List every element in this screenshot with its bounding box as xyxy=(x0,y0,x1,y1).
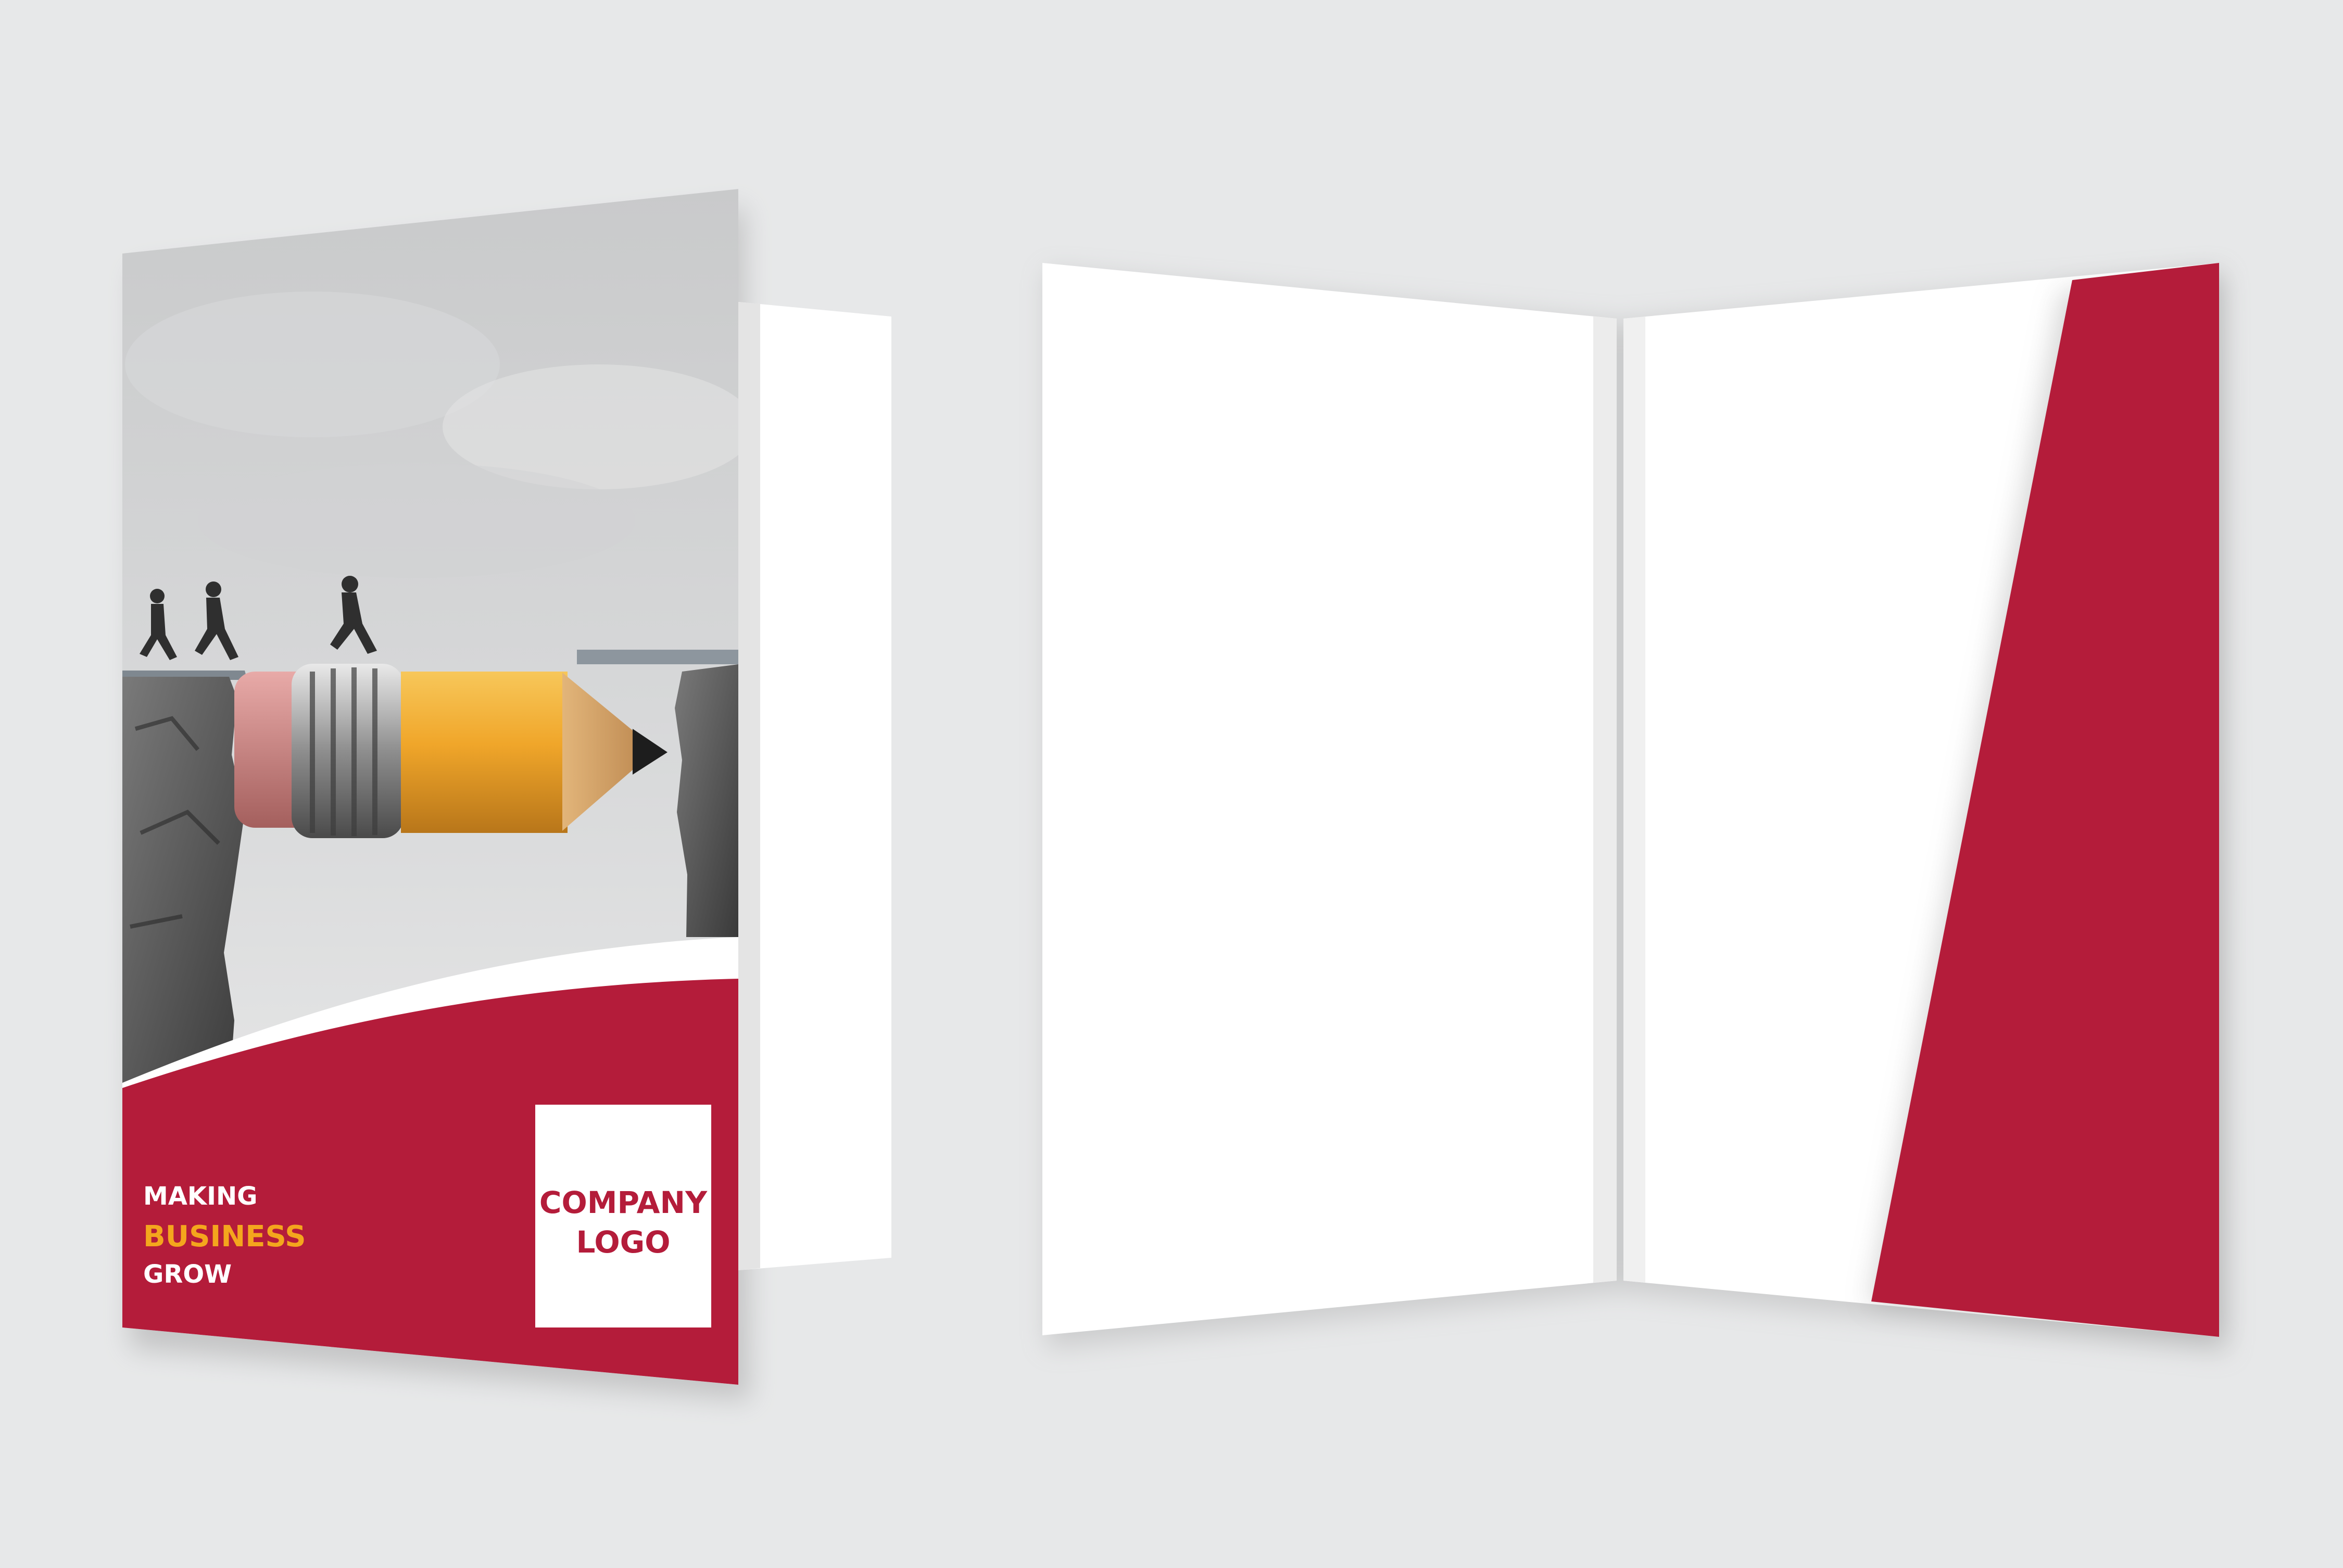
right-plank xyxy=(577,650,738,664)
company-logo-line2: LOGO xyxy=(576,1224,670,1260)
folder-mockup-scene: MAKING BUSINESS GROW COMPANY LOGO xyxy=(122,189,2228,1400)
back-inner-page-shade xyxy=(738,302,760,1270)
company-logo-line1: COMPANY xyxy=(539,1185,708,1220)
left-inner-panel-fold-shade xyxy=(1593,317,1617,1283)
open-folder xyxy=(1042,263,2228,1354)
tagline-business: BUSINESS xyxy=(143,1220,306,1254)
left-inner-panel xyxy=(1042,263,1617,1335)
right-inner-panel-fold-shade xyxy=(1623,317,1645,1283)
left-cliff xyxy=(122,677,245,1093)
back-inner-page xyxy=(738,302,891,1270)
tagline-grow: GROW xyxy=(143,1260,232,1289)
tagline-making: MAKING xyxy=(143,1182,258,1211)
closed-folder: MAKING BUSINESS GROW COMPANY LOGO xyxy=(122,189,891,1400)
